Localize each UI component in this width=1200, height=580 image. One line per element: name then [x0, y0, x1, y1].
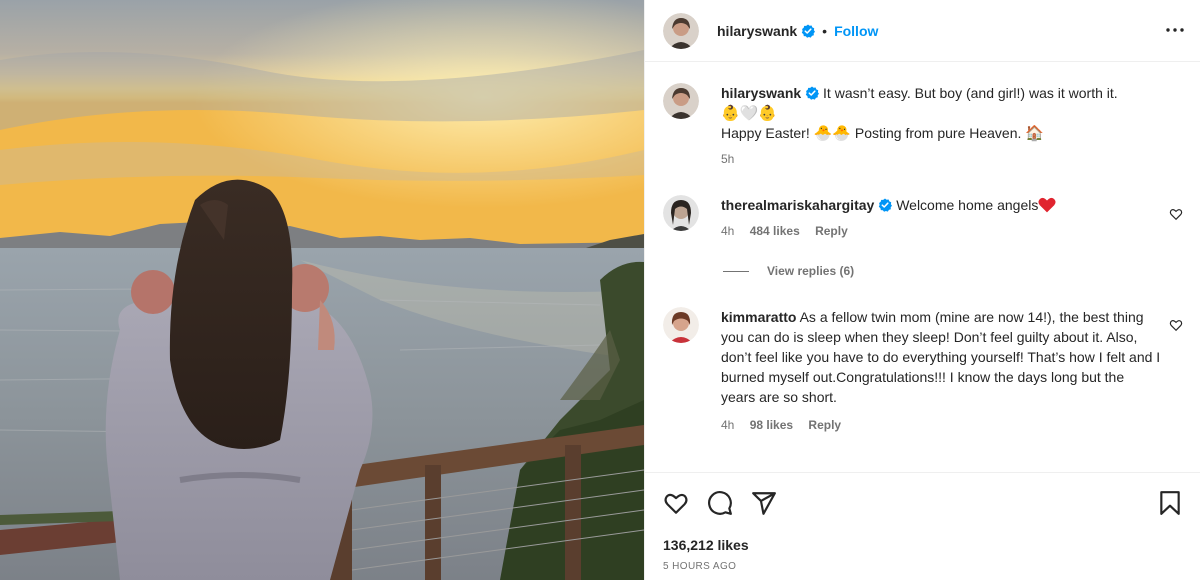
verified-badge-icon [879, 198, 893, 212]
comment-username[interactable]: kimmaratto [721, 309, 796, 325]
caption-text-line1: It wasn’t easy. But boy (and girl!) was … [823, 85, 1118, 101]
post-actions-bar: 136,212 likes 5 HOURS AGO [645, 472, 1200, 580]
sunset-photo-image [0, 0, 644, 580]
comment-item: therealmariskahargitay Welcome home ange… [663, 195, 1183, 255]
instagram-post: hilaryswank • Follow hilaryswank It wasn… [0, 0, 1200, 580]
comment-timestamp[interactable]: 4h [721, 418, 734, 432]
caption-body: hilaryswank It wasn’t easy. But boy (and… [721, 83, 1161, 169]
heart-icon[interactable] [663, 490, 689, 516]
post-side-panel: hilaryswank • Follow hilaryswank It wasn… [644, 0, 1200, 580]
comments-section[interactable]: hilaryswank It wasn’t easy. But boy (and… [645, 63, 1200, 471]
comment-item: kimmaratto As a fellow twin mom (mine ar… [663, 307, 1183, 457]
commenter-avatar[interactable] [663, 307, 699, 343]
replies-divider-line [723, 270, 749, 272]
share-icon[interactable] [751, 490, 777, 516]
caption-username[interactable]: hilaryswank [721, 85, 801, 101]
comment-like-heart-icon[interactable] [1169, 207, 1183, 221]
verified-badge-icon [801, 24, 816, 38]
comment-icon[interactable] [707, 490, 733, 516]
author-username[interactable]: hilaryswank [717, 23, 797, 39]
comment-body: therealmariskahargitay Welcome home ange… [721, 195, 1161, 241]
post-time-ago[interactable]: 5 HOURS AGO [663, 561, 736, 572]
red-heart-emoji [1038, 197, 1056, 213]
post-header: hilaryswank • Follow [645, 0, 1200, 62]
more-options-icon[interactable] [1165, 20, 1185, 40]
caption-timestamp[interactable]: 5h [721, 152, 734, 166]
caption-house-emoji: 🏠 [1025, 124, 1044, 142]
caption-avatar[interactable] [663, 83, 699, 119]
likes-count[interactable]: 136,212 likes [663, 537, 749, 553]
post-caption: hilaryswank It wasn’t easy. But boy (and… [663, 83, 1183, 173]
author-avatar[interactable] [663, 12, 699, 49]
caption-meta: 5h [721, 149, 1161, 169]
caption-text-heaven: Posting from pure Heaven. [850, 125, 1026, 141]
bookmark-icon[interactable] [1157, 490, 1183, 516]
reply-button[interactable]: Reply [815, 224, 848, 238]
comment-likes[interactable]: 98 likes [750, 418, 793, 432]
caption-emoji-line: 👶🤍👶 [721, 104, 778, 122]
commenter-avatar[interactable] [663, 195, 699, 231]
comment-likes[interactable]: 484 likes [750, 224, 800, 238]
comment-text: Welcome home angels [896, 197, 1039, 213]
follow-button[interactable]: Follow [834, 23, 878, 39]
view-replies-label: View replies (6) [767, 264, 855, 278]
verified-badge-icon [805, 86, 820, 100]
comment-username[interactable]: therealmariskahargitay [721, 197, 874, 213]
header-separator: • [822, 22, 828, 39]
comment-like-heart-icon[interactable] [1169, 318, 1183, 332]
caption-text-easter: Happy Easter! [721, 125, 814, 141]
comment-meta: 4h 98 likes Reply [721, 415, 1161, 435]
view-replies-button[interactable]: View replies (6) [723, 264, 854, 278]
caption-chick-emoji: 🐣🐣 [813, 124, 851, 142]
post-photo[interactable] [0, 0, 644, 580]
comment-timestamp[interactable]: 4h [721, 224, 734, 238]
reply-button[interactable]: Reply [808, 418, 841, 432]
comment-body: kimmaratto As a fellow twin mom (mine ar… [721, 307, 1161, 435]
comment-meta: 4h 484 likes Reply [721, 221, 1161, 241]
